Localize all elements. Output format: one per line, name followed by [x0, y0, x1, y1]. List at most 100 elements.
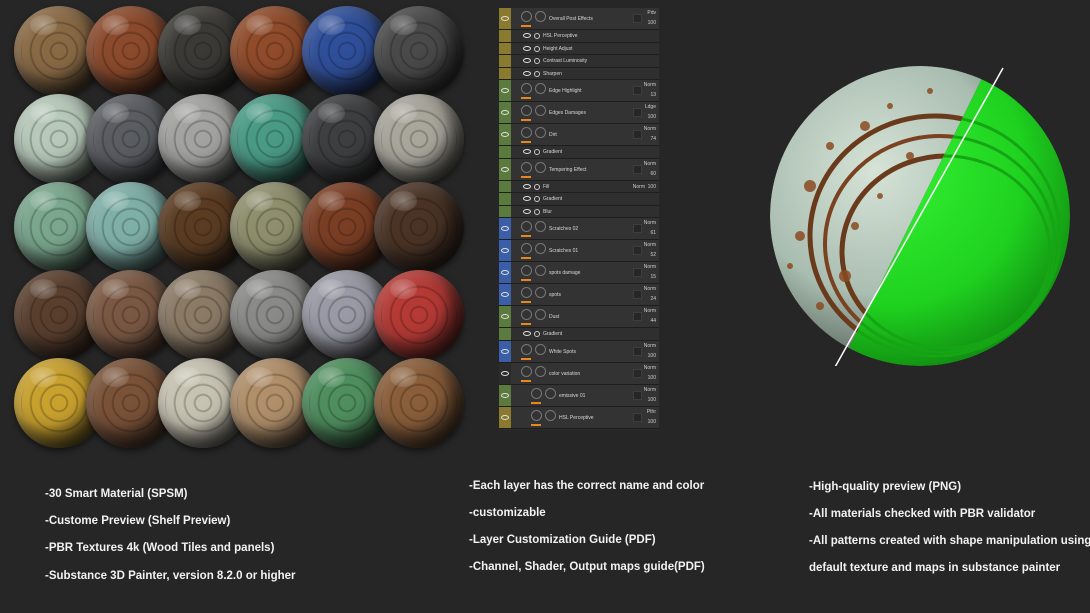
visibility-eye-icon[interactable] — [523, 331, 531, 337]
layer-opacity-value[interactable]: 61 — [650, 230, 656, 237]
layer-blend-mode[interactable]: Norm — [644, 343, 656, 350]
layer-row[interactable]: Dirt Norm 74 — [499, 124, 659, 146]
effect-icon — [534, 196, 540, 203]
layer-blend-mode[interactable]: Ldge — [645, 104, 656, 111]
layer-row[interactable]: HSL Perceptive Pthr 100 — [499, 406, 659, 429]
layer-opacity-value[interactable]: 44 — [650, 318, 656, 325]
feature-item: default texture and maps in substance pa… — [809, 562, 1061, 574]
visibility-eye-icon[interactable] — [501, 110, 509, 115]
layer-name: color variation — [549, 370, 581, 377]
layer-name: Scratches 01 — [549, 248, 579, 254]
effect-icon — [534, 331, 540, 338]
layer-row[interactable]: Blur — [499, 205, 659, 218]
visibility-eye-icon[interactable] — [501, 270, 509, 275]
layer-row[interactable]: spots Norm 24 — [499, 284, 659, 306]
layer-blend-mode[interactable]: Norm — [644, 264, 656, 271]
layer-opacity-value[interactable]: 100 — [648, 397, 656, 404]
layer-row[interactable]: Contrast Luminosity — [499, 55, 659, 68]
layer-opacity-value[interactable]: 60 — [650, 171, 656, 178]
layer-row[interactable]: White Spots Norm 100 — [499, 340, 659, 363]
layer-row[interactable]: Gradient — [499, 328, 659, 341]
visibility-eye-icon[interactable] — [501, 348, 509, 354]
layer-row[interactable]: Scratches 02 Norm 61 — [499, 218, 659, 240]
layer-row[interactable]: color variation Norm 100 — [499, 362, 659, 385]
layer-opacity-bar — [521, 175, 531, 178]
layer-blend-mode[interactable]: Norm — [644, 82, 656, 89]
layer-blend-mode[interactable]: Norm — [644, 126, 656, 133]
visibility-eye-icon[interactable] — [523, 45, 531, 51]
visibility-eye-icon[interactable] — [523, 33, 531, 39]
visibility-eye-icon[interactable] — [501, 166, 509, 172]
layer-row[interactable]: Scratches 01 Norm 52 — [499, 240, 659, 262]
layer-row[interactable]: Gradient — [499, 193, 659, 206]
layer-opacity-value[interactable]: 100 — [648, 20, 656, 27]
layer-opacity-value[interactable]: 74 — [650, 136, 656, 143]
feature-item: -Channel, Shader, Output maps guide(PDF) — [469, 561, 705, 573]
layer-opacity-value[interactable]: 100 — [648, 375, 656, 382]
layer-opacity-value[interactable]: 100 — [648, 184, 656, 191]
layer-row[interactable]: Edges Damages Ldge 100 — [499, 102, 659, 124]
visibility-eye-icon[interactable] — [501, 414, 509, 420]
layer-opacity-value[interactable]: 100 — [648, 419, 656, 426]
layer-blend-mode[interactable]: Pdv — [647, 10, 656, 17]
visibility-eye-icon[interactable] — [501, 132, 509, 137]
layer-blend-mode[interactable]: Pthr — [647, 409, 656, 416]
layer-row[interactable]: Overall Post Effects Pdv 100 — [499, 8, 659, 30]
layer-row[interactable]: Edge Highlight Norm 13 — [499, 80, 659, 102]
visibility-eye-icon[interactable] — [523, 196, 531, 202]
layer-opacity-value[interactable]: 100 — [648, 353, 656, 360]
feature-item: -Layer Customization Guide (PDF) — [469, 534, 656, 546]
visibility-eye-icon[interactable] — [501, 248, 509, 253]
visibility-eye-icon[interactable] — [501, 226, 509, 231]
layer-channel-box — [633, 412, 642, 422]
layer-name: Edges Damages — [549, 110, 586, 116]
layer-opacity-value[interactable]: 52 — [650, 252, 656, 259]
layer-blend-mode[interactable]: Norm — [644, 308, 656, 315]
layer-blend-mode[interactable]: Norm — [644, 387, 656, 394]
visibility-eye-icon[interactable] — [501, 392, 509, 398]
layer-blend-mode[interactable]: Norm — [644, 365, 656, 372]
visibility-eye-icon[interactable] — [501, 292, 509, 297]
layer-opacity-value[interactable]: 24 — [650, 296, 656, 303]
layer-opacity-bar — [531, 401, 541, 404]
layer-opacity-bar — [521, 97, 531, 99]
visibility-eye-icon[interactable] — [523, 183, 531, 189]
material-sphere — [374, 94, 464, 184]
visibility-eye-icon[interactable] — [501, 314, 509, 319]
effect-icon — [534, 58, 540, 65]
visibility-eye-icon[interactable] — [523, 149, 531, 155]
layer-color-tag — [499, 55, 511, 67]
layer-row[interactable]: HSL Perceptive — [499, 30, 659, 43]
layer-opacity-bar — [521, 379, 531, 382]
layer-opacity-value[interactable]: 15 — [650, 274, 656, 281]
layer-blend-mode[interactable]: Norm — [633, 184, 645, 191]
visibility-eye-icon[interactable] — [523, 208, 531, 214]
effect-icon — [534, 33, 540, 40]
layer-opacity-value[interactable]: 13 — [650, 92, 656, 99]
visibility-eye-icon[interactable] — [501, 370, 509, 376]
layer-color-tag — [499, 180, 511, 192]
layer-row[interactable]: Height Adjust — [499, 42, 659, 55]
layer-blend-mode[interactable]: Norm — [644, 161, 656, 168]
layer-row[interactable]: Gradient — [499, 146, 659, 159]
visibility-eye-icon[interactable] — [523, 58, 531, 64]
visibility-eye-icon[interactable] — [501, 88, 509, 93]
layer-blend-mode[interactable]: Norm — [644, 286, 656, 293]
feature-item: -High-quality preview (PNG) — [809, 481, 962, 493]
layer-blend-mode[interactable]: Norm — [644, 242, 656, 249]
layer-channel-box — [633, 246, 642, 255]
layer-row[interactable]: Tempering Effect Norm 60 — [499, 158, 659, 181]
mask-thumbnail-icon — [535, 243, 546, 254]
layer-color-tag — [499, 193, 511, 205]
layer-color-tag — [499, 146, 511, 158]
visibility-eye-icon[interactable] — [523, 70, 531, 76]
visibility-eye-icon[interactable] — [501, 16, 509, 21]
layer-row[interactable]: emissive 01 Norm 100 — [499, 384, 659, 407]
layer-row[interactable]: Sharpen — [499, 67, 659, 80]
layer-row[interactable]: Dust Norm 44 — [499, 306, 659, 328]
layer-row[interactable]: spots damage Norm 15 — [499, 262, 659, 284]
layer-opacity-value[interactable]: 100 — [648, 114, 656, 121]
mask-thumbnail-icon — [535, 105, 546, 116]
layer-row[interactable]: Fill Norm 100 — [499, 180, 659, 193]
layer-blend-mode[interactable]: Norm — [644, 220, 656, 227]
